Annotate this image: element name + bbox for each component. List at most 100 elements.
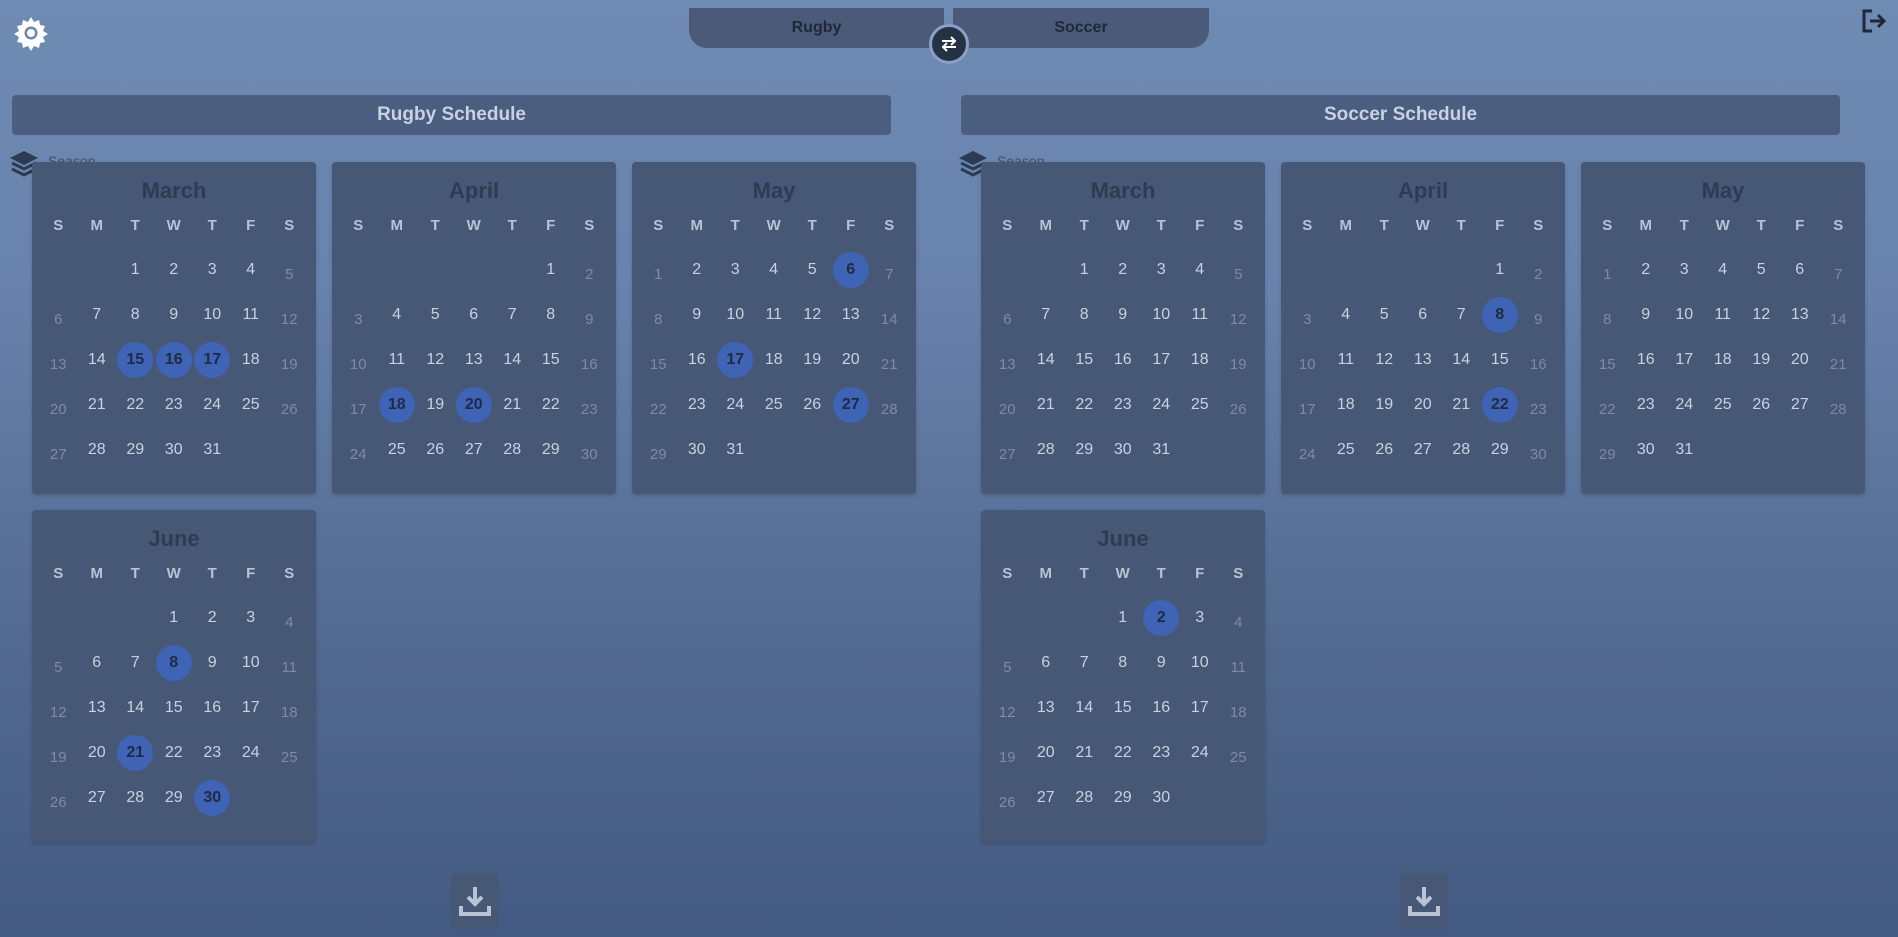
event-day[interactable]: 2 [1143,600,1180,636]
calendar-day[interactable]: 3 [1143,252,1179,288]
calendar-day[interactable]: 20 [79,735,115,771]
calendar-day[interactable]: 13 [79,690,115,726]
calendar-day[interactable]: 5 [40,649,76,685]
calendar-day[interactable]: 30 [571,436,607,472]
calendar-day[interactable]: 2 [571,256,607,292]
calendar-day[interactable]: 16 [1628,342,1664,378]
calendar-day[interactable]: 12 [989,694,1025,730]
calendar-day[interactable]: 11 [233,297,269,333]
calendar-day[interactable]: 15 [640,346,676,382]
calendar-day[interactable]: 5 [989,649,1025,685]
calendar-day[interactable]: 29 [117,432,153,468]
calendar-day[interactable]: 30 [1105,432,1141,468]
calendar-day[interactable]: 10 [1289,346,1325,382]
calendar-day[interactable]: 23 [1628,387,1664,423]
calendar-day[interactable]: 14 [494,342,530,378]
calendar-day[interactable]: 6 [1782,252,1818,288]
calendar-day[interactable]: 21 [1443,387,1479,423]
calendar-day[interactable]: 8 [640,301,676,337]
calendar-day[interactable]: 19 [1220,346,1256,382]
calendar-day[interactable]: 19 [989,739,1025,775]
calendar-day[interactable]: 5 [1366,297,1402,333]
calendar-day[interactable]: 13 [989,346,1025,382]
calendar-day[interactable]: 17 [1666,342,1702,378]
calendar-day[interactable]: 25 [379,432,415,468]
calendar-day[interactable]: 16 [679,342,715,378]
calendar-day[interactable]: 2 [156,252,192,288]
event-day[interactable]: 30 [194,780,231,816]
calendar-day[interactable]: 9 [1520,301,1556,337]
calendar-day[interactable]: 29 [1589,436,1625,472]
event-day[interactable]: 21 [117,735,154,771]
calendar-day[interactable]: 16 [1105,342,1141,378]
calendar-day[interactable]: 24 [1666,387,1702,423]
calendar-day[interactable]: 7 [1443,297,1479,333]
calendar-day[interactable]: 3 [340,301,376,337]
calendar-day[interactable]: 7 [1820,256,1856,292]
calendar-day[interactable]: 8 [1589,301,1625,337]
calendar-day[interactable]: 13 [1782,297,1818,333]
event-day[interactable]: 27 [832,387,869,423]
event-day[interactable]: 17 [717,342,754,378]
calendar-day[interactable]: 19 [794,342,830,378]
calendar-day[interactable]: 27 [456,432,492,468]
calendar-day[interactable]: 20 [1028,735,1064,771]
calendar-day[interactable]: 31 [717,432,753,468]
settings-button[interactable] [12,14,50,52]
calendar-day[interactable]: 11 [379,342,415,378]
calendar-day[interactable]: 3 [194,252,230,288]
calendar-day[interactable]: 26 [271,391,307,427]
calendar-day[interactable]: 21 [1066,735,1102,771]
event-day[interactable]: 16 [155,342,192,378]
calendar-day[interactable]: 5 [1743,252,1779,288]
calendar-day[interactable]: 13 [833,297,869,333]
calendar-day[interactable]: 22 [1589,391,1625,427]
calendar-day[interactable]: 3 [1666,252,1702,288]
calendar-day[interactable]: 21 [79,387,115,423]
calendar-day[interactable]: 18 [1705,342,1741,378]
calendar-day[interactable]: 26 [794,387,830,423]
calendar-day[interactable]: 27 [1782,387,1818,423]
calendar-day[interactable]: 11 [1182,297,1218,333]
calendar-day[interactable]: 24 [194,387,230,423]
calendar-day[interactable]: 4 [1705,252,1741,288]
calendar-day[interactable]: 6 [1405,297,1441,333]
calendar-day[interactable]: 1 [640,256,676,292]
calendar-day[interactable]: 23 [1520,391,1556,427]
calendar-day[interactable]: 19 [40,739,76,775]
calendar-day[interactable]: 17 [340,391,376,427]
calendar-day[interactable]: 17 [1143,342,1179,378]
calendar-day[interactable]: 9 [1143,645,1179,681]
calendar-day[interactable]: 18 [233,342,269,378]
calendar-day[interactable]: 16 [1143,690,1179,726]
calendar-day[interactable]: 14 [871,301,907,337]
calendar-day[interactable]: 4 [1220,604,1256,640]
calendar-day[interactable]: 25 [756,387,792,423]
calendar-day[interactable]: 6 [456,297,492,333]
calendar-day[interactable]: 18 [756,342,792,378]
calendar-day[interactable]: 10 [194,297,230,333]
calendar-day[interactable]: 16 [571,346,607,382]
calendar-day[interactable]: 20 [989,391,1025,427]
calendar-day[interactable]: 14 [1820,301,1856,337]
calendar-day[interactable]: 16 [194,690,230,726]
event-day[interactable]: 8 [1481,297,1518,333]
calendar-day[interactable]: 16 [1520,346,1556,382]
calendar-day[interactable]: 29 [640,436,676,472]
calendar-day[interactable]: 4 [756,252,792,288]
calendar-day[interactable]: 29 [1482,432,1518,468]
event-day[interactable]: 15 [117,342,154,378]
calendar-day[interactable]: 14 [1066,690,1102,726]
calendar-day[interactable]: 4 [1328,297,1364,333]
swap-button[interactable] [929,24,969,64]
calendar-day[interactable]: 9 [1628,297,1664,333]
calendar-day[interactable]: 3 [1289,301,1325,337]
calendar-day[interactable]: 11 [756,297,792,333]
event-day[interactable]: 20 [455,387,492,423]
calendar-day[interactable]: 7 [117,645,153,681]
calendar-day[interactable]: 12 [1743,297,1779,333]
event-day[interactable]: 8 [155,645,192,681]
calendar-day[interactable]: 20 [833,342,869,378]
calendar-day[interactable]: 7 [871,256,907,292]
calendar-day[interactable]: 6 [1028,645,1064,681]
